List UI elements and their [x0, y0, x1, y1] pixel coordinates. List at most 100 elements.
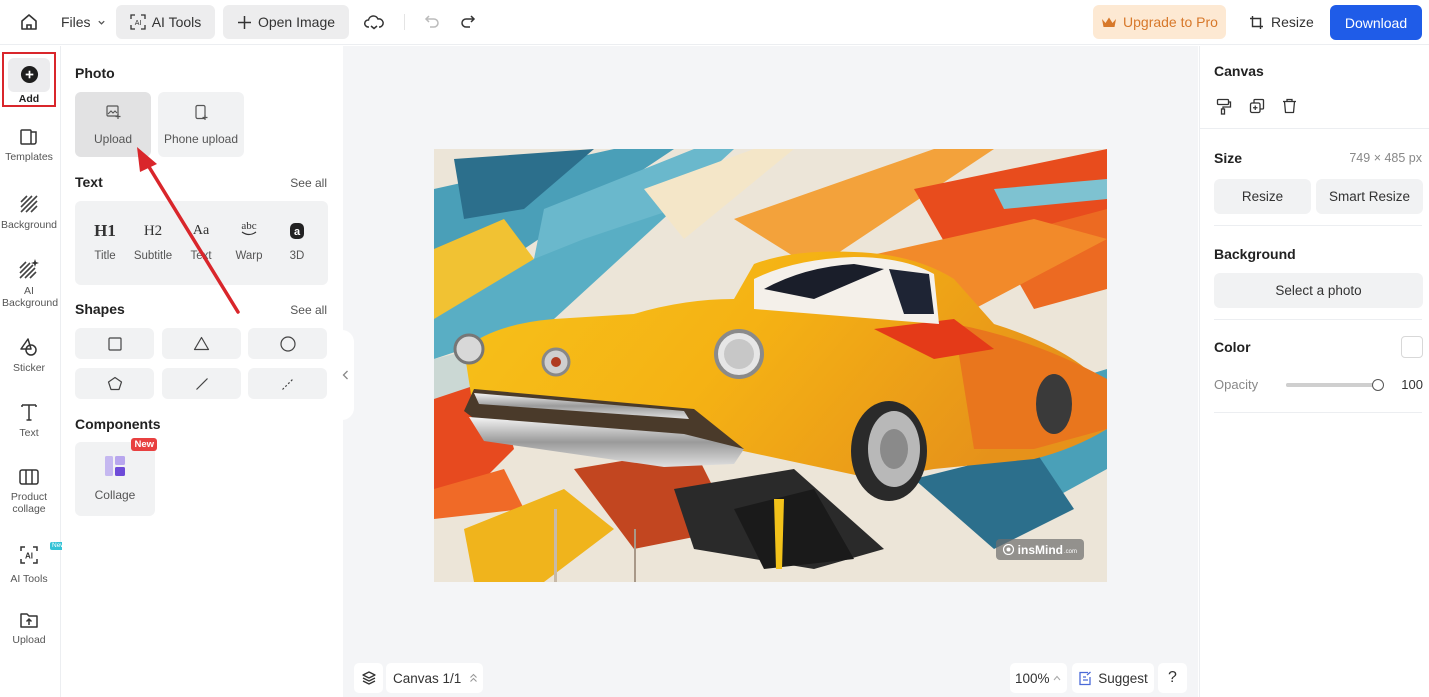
ai-tools-label: AI Tools	[151, 14, 202, 30]
components-section-title: Components	[75, 416, 161, 432]
text-preset-label: Text	[190, 250, 212, 262]
upload-label: Upload	[93, 131, 133, 146]
sidebar-label-add: Add	[18, 93, 40, 105]
collage-component[interactable]: New Collage	[75, 438, 157, 516]
canvas-stage: insMind .com Canvas 1/1 100% Suggest ?	[343, 46, 1198, 697]
download-button[interactable]: Download	[1330, 5, 1422, 40]
text-section-title: Text	[75, 174, 103, 190]
divider	[1214, 319, 1422, 320]
canvas-size-value: 749 × 485 px	[1349, 151, 1422, 165]
shape-dashed-line[interactable]	[248, 368, 327, 399]
resize-canvas-button[interactable]: Resize	[1214, 179, 1311, 214]
undo-button[interactable]	[421, 5, 443, 39]
insmind-logo-icon	[1002, 544, 1014, 555]
home-icon	[21, 14, 37, 30]
canvas-artwork[interactable]: insMind .com	[434, 149, 1107, 582]
shape-pentagon[interactable]	[75, 368, 154, 399]
sidebar-label-ai-tools: AI Tools	[10, 573, 48, 585]
redo-button[interactable]	[457, 5, 479, 39]
divider	[1214, 412, 1422, 413]
warp-curve-icon	[241, 231, 257, 236]
phone-upload-icon	[195, 104, 208, 120]
text-icon	[21, 404, 37, 421]
sidebar-item-ai-tools[interactable]: AI New AI Tools	[0, 542, 68, 585]
open-image-button[interactable]: Open Image	[223, 5, 349, 39]
text-preset-text[interactable]: Aa Text	[177, 201, 225, 285]
delete-button[interactable]	[1282, 98, 1297, 119]
divider	[1214, 225, 1422, 226]
canvas-page-selector[interactable]: Canvas 1/1	[386, 663, 483, 693]
templates-icon	[20, 129, 37, 145]
upgrade-to-pro-button[interactable]: Upgrade to Pro	[1093, 5, 1226, 39]
select-photo-label: Select a photo	[1275, 283, 1362, 298]
text-preset-title[interactable]: H1 Title	[81, 201, 129, 285]
phone-upload-button[interactable]: Phone upload	[158, 92, 244, 157]
ai-tools-button[interactable]: AI AI Tools	[116, 5, 215, 39]
sidebar-item-background[interactable]: Background	[0, 194, 58, 231]
layers-button[interactable]	[354, 663, 383, 693]
sidebar-item-product-collage[interactable]: Product collage	[0, 468, 58, 515]
background-hatch-icon	[20, 195, 38, 213]
text-preset-3d[interactable]: a 3D	[273, 201, 321, 285]
line-icon	[195, 377, 208, 390]
shape-triangle[interactable]	[162, 328, 241, 359]
suggest-button[interactable]: Suggest	[1072, 663, 1154, 693]
upload-photo-button[interactable]: Upload	[75, 92, 151, 157]
ai-background-icon	[19, 259, 39, 279]
upload-folder-icon	[20, 613, 38, 628]
h2-glyph: H2	[143, 222, 163, 239]
ai-tools-icon-wrap: AI New	[19, 542, 68, 573]
select-background-photo-button[interactable]: Select a photo	[1214, 273, 1423, 308]
format-painter-button[interactable]	[1216, 98, 1232, 120]
text-preset-warp[interactable]: abc Warp	[225, 201, 273, 285]
toolbar-divider	[404, 14, 405, 30]
trash-icon	[1283, 98, 1296, 114]
help-button[interactable]: ?	[1158, 663, 1187, 693]
shape-line[interactable]	[162, 368, 241, 399]
shapes-see-all-link[interactable]: See all	[290, 303, 327, 317]
sidebar-item-upload[interactable]: Upload	[0, 611, 58, 646]
sidebar-item-templates[interactable]: Templates	[0, 128, 58, 163]
sidebar-item-add[interactable]: Add	[2, 52, 56, 107]
svg-text:AI: AI	[134, 20, 141, 27]
color-title: Color	[1214, 339, 1251, 355]
text-see-all-link[interactable]: See all	[290, 176, 327, 190]
suggest-label: Suggest	[1098, 670, 1148, 686]
sticker-icon	[20, 338, 37, 356]
resize-button[interactable]: Resize	[1249, 5, 1314, 39]
smart-resize-label: Smart Resize	[1328, 189, 1411, 204]
watermark-suffix: .com	[1063, 548, 1077, 555]
paint-roller-icon	[1216, 98, 1232, 115]
new-badge: New	[131, 438, 157, 451]
smart-resize-button[interactable]: Smart Resize	[1316, 179, 1423, 214]
chevron-down-icon	[97, 20, 105, 25]
files-menu[interactable]: Files	[61, 5, 106, 39]
sidebar-item-text[interactable]: Text	[0, 402, 58, 439]
square-icon	[107, 336, 122, 351]
opacity-value: 100	[1401, 377, 1423, 392]
sidebar-item-ai-background[interactable]: AI Background	[0, 258, 58, 309]
home-button[interactable]	[16, 5, 42, 39]
image-upload-icon	[106, 104, 121, 119]
undo-icon	[424, 15, 439, 28]
color-swatch[interactable]	[1401, 336, 1423, 358]
zoom-level: 100%	[1015, 670, 1050, 686]
svg-text:AI: AI	[25, 552, 33, 561]
help-icon: ?	[1168, 669, 1177, 686]
collapse-panel-handle[interactable]	[336, 330, 354, 420]
svg-text:a: a	[294, 226, 301, 238]
shape-circle[interactable]	[248, 328, 327, 359]
opacity-slider-track[interactable]	[1286, 379, 1384, 391]
zoom-selector[interactable]: 100%	[1010, 663, 1067, 693]
opacity-slider-thumb[interactable]	[1372, 379, 1384, 391]
cloud-sync-button[interactable]	[362, 5, 386, 39]
text-preset-subtitle[interactable]: H2 Subtitle	[129, 201, 177, 285]
canvas-page-label: Canvas 1/1	[393, 670, 462, 686]
sidebar-item-sticker[interactable]: Sticker	[0, 337, 58, 374]
size-title: Size	[1214, 150, 1243, 166]
duplicate-button[interactable]	[1249, 98, 1265, 119]
left-sidebar: Add Templates Background AI Background S…	[0, 46, 68, 697]
shape-square[interactable]	[75, 328, 154, 359]
sidebar-label-text: Text	[19, 427, 39, 439]
ai-scan-icon: AI	[130, 14, 146, 30]
